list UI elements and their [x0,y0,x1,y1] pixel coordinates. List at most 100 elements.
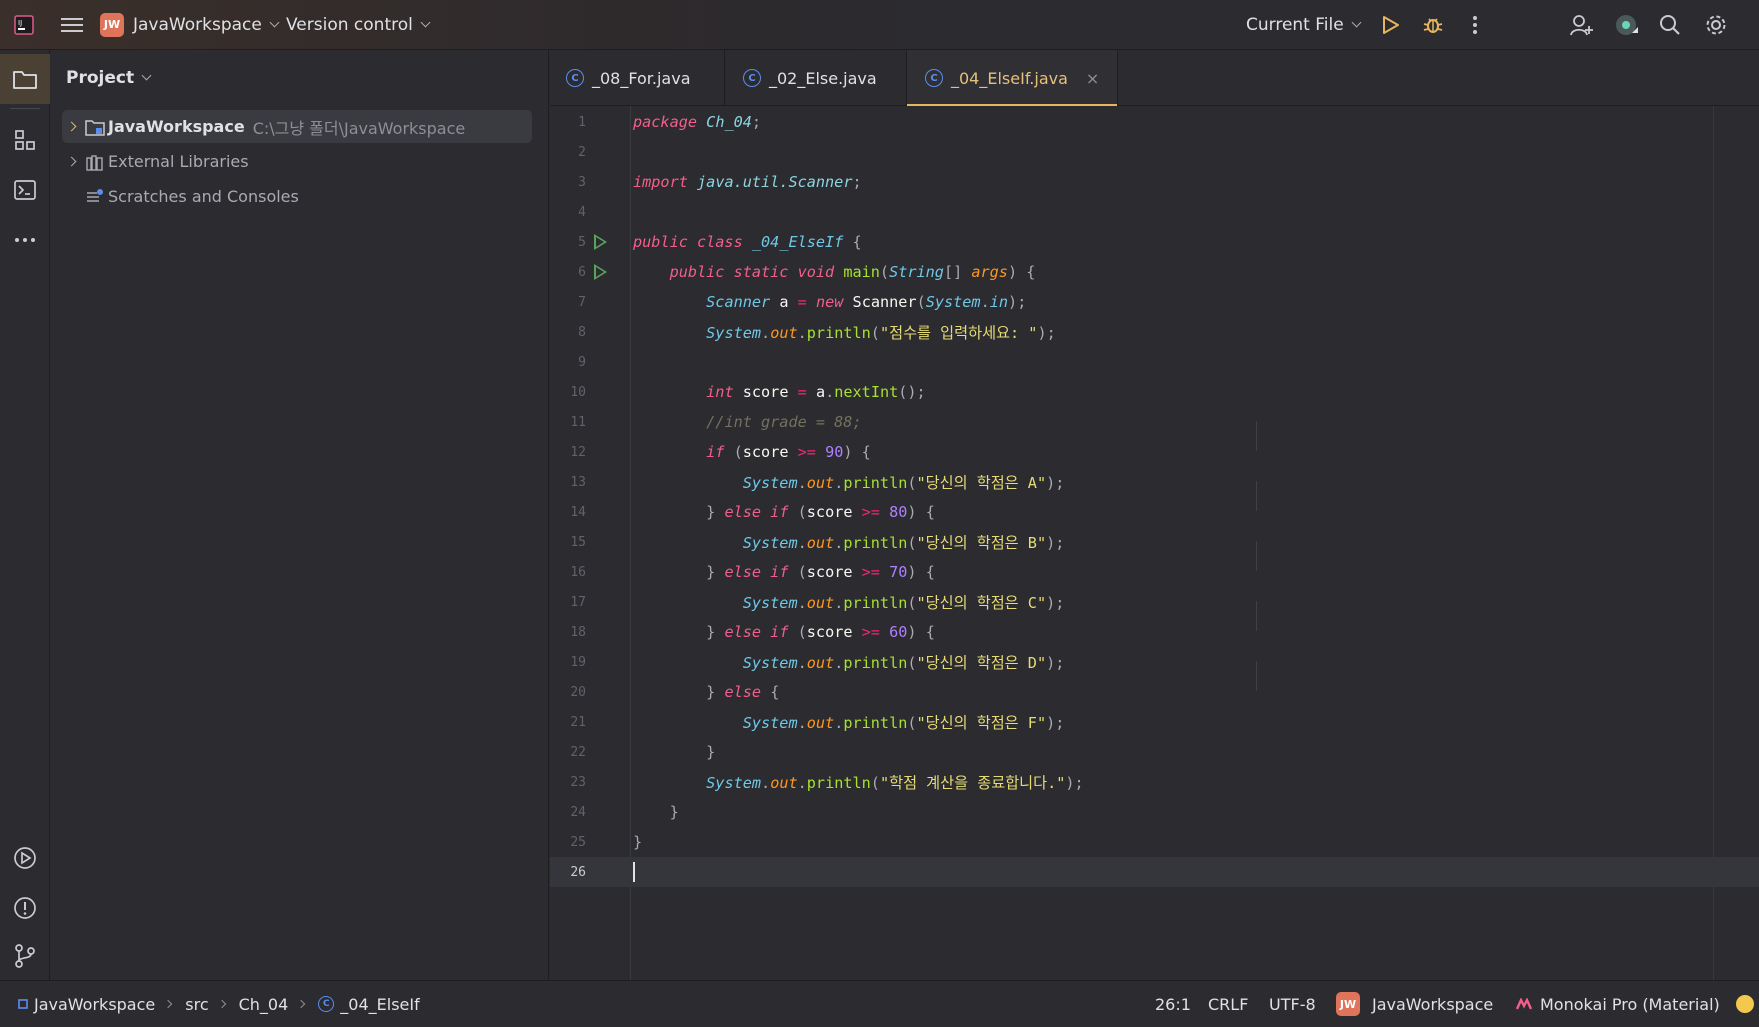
code-line-17[interactable]: 17 System.out.println("당신의 학점은 C"); [550,587,1759,617]
line-separator[interactable]: CRLF [1208,995,1248,1014]
cursor-position[interactable]: 26:1 [1155,995,1191,1014]
status-bar: JavaWorkspace src Ch_04 C _04_ElseIf 26:… [0,980,1759,1027]
code-line-25[interactable]: 25 } [550,827,1759,857]
code-line-2[interactable]: 2 [550,137,1759,167]
file-encoding[interactable]: UTF-8 [1269,995,1316,1014]
code-line-4[interactable]: 4 [550,197,1759,227]
chevron-right-icon[interactable] [66,156,77,167]
code-line-6[interactable]: 6 public static void main(String[] args)… [550,257,1759,287]
project-panel-title[interactable]: Project [66,68,152,88]
search-icon[interactable] [1656,11,1684,39]
editor-tab-bar: C _08_For.java C _02_Else.java C _04_Els… [550,50,1759,107]
code-text: System.out.println("당신의 학점은 B"); [742,534,1065,552]
project-name: JavaWorkspace [1372,994,1494,1014]
module-icon [18,999,28,1009]
project-panel: Project JavaWorkspace C:\그냥 폴더\JavaWorks… [50,50,549,980]
code-text: System.out.println("당신의 학점은 F"); [742,714,1065,732]
code-line-22[interactable]: 22 } [550,737,1759,767]
code-line-18[interactable]: 18 } else if (score >= 60) { [550,617,1759,647]
tree-item-scratches[interactable]: Scratches and Consoles [62,180,532,213]
line-number: 17 [570,594,586,610]
project-title-label: Project [66,68,135,88]
add-user-icon[interactable] [1568,11,1596,39]
code-line-13[interactable]: 13 System.out.println("당신의 학점은 A"); [550,467,1759,497]
line-number: 2 [578,144,586,160]
line-number: 11 [570,414,586,430]
ai-assistant-icon[interactable] [1612,11,1640,39]
line-number: 10 [570,384,586,400]
tab-04-elseif[interactable]: C _04_ElseIf.java × [907,50,1119,107]
svg-text:IJ: IJ [18,19,22,27]
chevron-right-icon[interactable] [66,121,77,132]
terminal-tool-button[interactable] [5,170,45,210]
structure-icon [15,130,35,150]
code-line-3[interactable]: 3 import java.util.Scanner; [550,167,1759,197]
notification-indicator-icon[interactable] [1736,995,1754,1013]
code-line-24[interactable]: 24 } [550,797,1759,827]
terminal-icon [14,180,36,200]
code-line-8[interactable]: 8 System.out.println("점수를 입력하세요: "); [550,317,1759,347]
line-number: 21 [570,714,586,730]
project-tool-button[interactable] [0,54,50,104]
line-number: 20 [570,684,586,700]
code-line-10[interactable]: 10 int score = a.nextInt(); [550,377,1759,407]
run-button[interactable] [1376,11,1404,39]
code-text: } else if (score >= 70) { [706,563,935,581]
services-tool-button[interactable] [5,838,45,878]
project-indicator[interactable]: JW JavaWorkspace [1336,992,1493,1016]
problems-icon [14,897,36,919]
ide-logo-icon[interactable]: IJ [10,11,38,39]
debug-button[interactable] [1419,11,1447,39]
code-line-9[interactable]: 9 [550,347,1759,377]
tree-item-label: External Libraries [108,152,249,171]
theme-indicator[interactable]: Monokai Pro (Material) [1516,995,1720,1014]
code-text: } else if (score >= 80) { [706,503,935,521]
services-icon [14,847,36,869]
run-gutter-icon[interactable] [594,234,607,250]
line-number: 15 [570,534,586,550]
code-text: int score = a.nextInt(); [706,383,926,401]
line-number: 3 [578,174,586,190]
main-menu-icon[interactable] [58,11,86,39]
problems-tool-button[interactable] [5,888,45,928]
tree-item-javaworkspace[interactable]: JavaWorkspace C:\그냥 폴더\JavaWorkspace [62,110,532,143]
tab-08-for[interactable]: C _08_For.java [550,50,725,106]
git-tool-button[interactable] [5,936,45,976]
code-line-15[interactable]: 15 System.out.println("당신의 학점은 B"); [550,527,1759,557]
chevron-right-icon [297,999,306,1009]
tree-item-external-libraries[interactable]: External Libraries [62,145,532,178]
code-line-7[interactable]: 7 Scanner a = new Scanner(System.in); [550,287,1759,317]
vcs-label: Version control [286,14,413,35]
settings-gear-icon[interactable] [1702,11,1730,39]
code-line-11[interactable]: 11 //int grade = 88; [550,407,1759,437]
code-line-19[interactable]: 19 System.out.println("당신의 학점은 D"); [550,647,1759,677]
vcs-menu[interactable]: Version control [286,14,431,35]
code-line-12[interactable]: 12 if (score >= 90) { [550,437,1759,467]
code-editor[interactable]: 1 package Ch_04; 2 3 import java.util.Sc… [550,106,1759,980]
code-line-1[interactable]: 1 package Ch_04; [550,107,1759,137]
breadcrumb-item[interactable]: _04_ElseIf [340,995,419,1014]
code-line-16[interactable]: 16 } else if (score >= 70) { [550,557,1759,587]
code-line-20[interactable]: 20 } else { [550,677,1759,707]
code-line-21[interactable]: 21 System.out.println("당신의 학점은 F"); [550,707,1759,737]
breadcrumb-item[interactable]: src [185,995,208,1014]
java-class-icon: C [925,69,943,87]
code-line-14[interactable]: 14 } else if (score >= 80) { [550,497,1759,527]
tab-02-else[interactable]: C _02_Else.java [725,50,907,106]
more-actions-icon[interactable] [1461,11,1489,39]
strip-divider [10,108,40,109]
code-text: if (score >= 90) { [706,443,871,461]
run-gutter-icon[interactable] [594,264,607,280]
breadcrumb-item[interactable]: JavaWorkspace [34,995,155,1014]
code-line-5[interactable]: 5 public class _04_ElseIf { [550,227,1759,257]
code-line-26-current[interactable]: 26 [550,857,1759,887]
code-line-23[interactable]: 23 System.out.println("학점 계산을 종료합니다."); [550,767,1759,797]
theme-name: Monokai Pro (Material) [1540,994,1720,1014]
breadcrumb-item[interactable]: Ch_04 [239,995,289,1014]
close-tab-icon[interactable]: × [1086,69,1099,88]
code-text: } else { [706,683,780,701]
run-config-selector[interactable]: Current File [1246,15,1362,35]
more-tools-button[interactable] [5,220,45,260]
structure-tool-button[interactable] [5,120,45,160]
project-switcher[interactable]: JW JavaWorkspace [100,12,280,37]
